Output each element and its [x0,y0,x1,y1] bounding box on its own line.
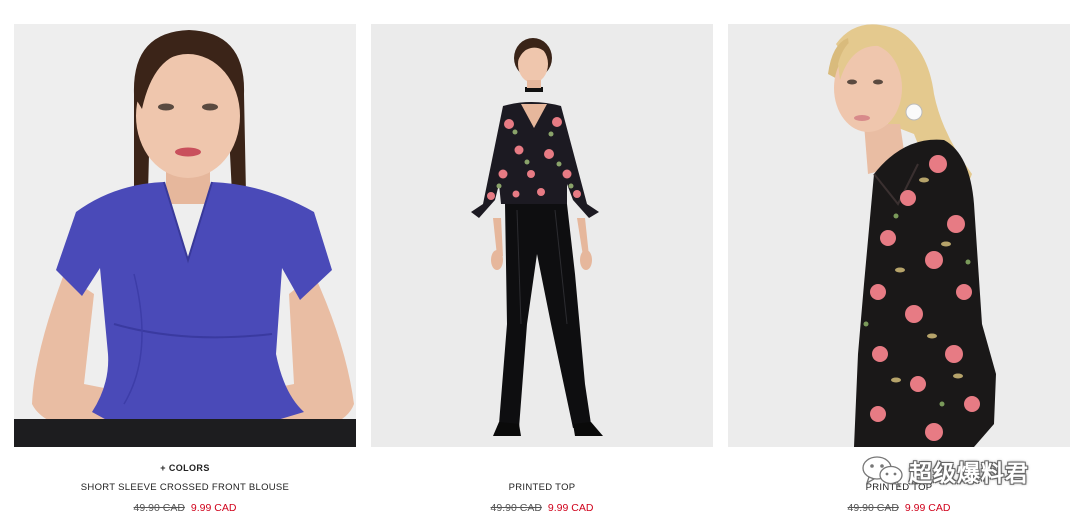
product-prices: 49.90 CAD 9.99 CAD [371,502,713,515]
product-image[interactable] [728,24,1070,447]
product-info: PRINTED TOP 49.90 CAD 9.99 CAD [728,462,1070,515]
more-colors-link[interactable]: + COLORS [14,462,356,474]
product-name[interactable]: SHORT SLEEVE CROSSED FRONT BLOUSE [14,482,356,494]
product-info: PRINTED TOP 49.90 CAD 9.99 CAD [371,462,713,515]
original-price: 49.90 CAD [133,502,185,514]
product-card[interactable]: PRINTED TOP 49.90 CAD 9.99 CAD [371,24,713,519]
product-card[interactable]: + COLORS SHORT SLEEVE CROSSED FRONT BLOU… [14,24,356,519]
sale-price: 9.99 CAD [904,502,951,514]
product-info: + COLORS SHORT SLEEVE CROSSED FRONT BLOU… [14,462,356,515]
printed-top-closeup-photo [728,24,1070,447]
product-name[interactable]: PRINTED TOP [728,482,1070,494]
product-grid: + COLORS SHORT SLEEVE CROSSED FRONT BLOU… [14,24,1070,519]
sale-price: 9.99 CAD [190,502,237,514]
product-prices: 49.90 CAD 9.99 CAD [728,502,1070,515]
sale-price: 9.99 CAD [547,502,594,514]
product-card[interactable]: PRINTED TOP 49.90 CAD 9.99 CAD [728,24,1070,519]
printed-top-full-body-photo [371,24,713,447]
product-image[interactable] [14,24,356,447]
product-name[interactable]: PRINTED TOP [371,482,713,494]
original-price: 49.90 CAD [847,502,899,514]
product-image[interactable] [371,24,713,447]
original-price: 49.90 CAD [490,502,542,514]
blue-blouse-photo [14,24,356,447]
product-prices: 49.90 CAD 9.99 CAD [14,502,356,515]
